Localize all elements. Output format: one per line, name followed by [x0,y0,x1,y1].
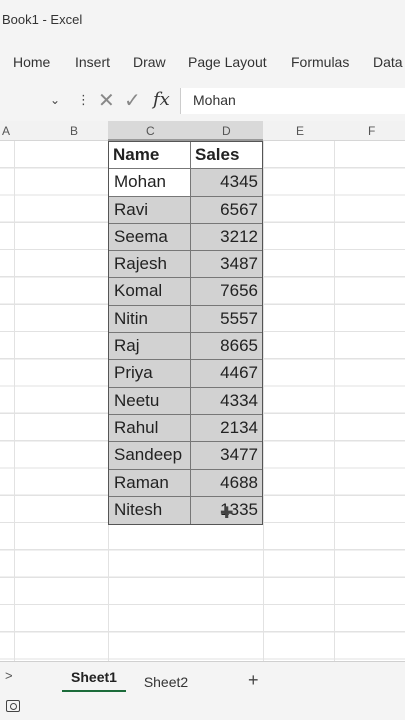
column-header-d[interactable]: D [222,124,231,138]
camera-icon[interactable] [6,700,20,712]
column-header-f[interactable]: F [368,124,375,138]
name-box-dropdown-icon[interactable]: ⌄ [50,93,60,107]
tab-data[interactable]: Data [373,54,403,70]
cell-sales[interactable]: 4345 [191,169,262,196]
cell-sales[interactable]: 3487 [191,251,262,278]
cell-sales[interactable]: 3477 [191,442,262,469]
formula-input[interactable]: Mohan [180,88,405,114]
table-header-row: Name Sales [109,142,262,170]
column-header-c[interactable]: C [146,124,155,138]
table-row: Rajesh 3487 [109,251,262,279]
cell-sales[interactable]: 7656 [191,278,262,305]
cell-sales[interactable]: 5557 [191,305,262,333]
selected-columns-highlight [108,121,263,141]
table-row: Raman 4688 [109,469,262,497]
cell-sales[interactable]: 4334 [191,387,262,414]
cell-name[interactable]: Raman [109,469,191,496]
cell-name[interactable]: Priya [109,360,191,387]
cancel-icon[interactable]: ✕ [98,88,115,113]
tab-page-layout[interactable]: Page Layout [188,54,267,70]
sheet-tab-sheet2[interactable]: Sheet2 [138,674,194,690]
table-row: Ravi 6567 [109,196,262,224]
cell-name[interactable]: Sandeep [109,442,191,469]
check-icon[interactable]: ✓ [124,88,141,113]
tab-draw[interactable]: Draw [133,54,166,70]
header-sales[interactable]: Sales [191,142,262,168]
column-header-e[interactable]: E [296,124,304,138]
header-name[interactable]: Name [109,142,191,169]
cell-sales[interactable]: 8665 [191,333,262,360]
cell-sales[interactable]: 4467 [191,360,262,387]
table-row: Nitesh 1335 [109,496,262,525]
table-row: Rahul 2134 [109,414,262,443]
cell-name[interactable]: Rahul [109,414,191,442]
cell-name[interactable]: Rajesh [109,251,191,278]
cell-name[interactable]: Neetu [109,387,191,414]
cell-name[interactable]: Mohan [109,169,191,196]
title-bar: Book1 - Excel [0,0,405,40]
window-title: Book1 - Excel [2,12,83,27]
cell-name[interactable]: Ravi [109,196,191,223]
cell-name[interactable]: Raj [109,333,191,360]
add-sheet-button[interactable]: + [248,670,259,691]
table-row: Komal 7656 [109,278,262,306]
cell-name[interactable]: Nitin [109,305,191,333]
sheet-tab-sheet1[interactable]: Sheet1 [62,666,126,692]
cell-sales[interactable]: 2134 [191,414,262,442]
data-table: Name Sales Mohan 4345 Ravi 6567 Seema 32… [108,141,263,526]
table-row: Raj 8665 [109,333,262,361]
cell-name[interactable]: Seema [109,223,191,251]
fill-handle-cursor-icon: ✚ [220,505,234,522]
table-row: Priya 4467 [109,360,262,388]
table-row: Seema 3212 [109,223,262,252]
tab-home[interactable]: Home [13,54,50,70]
more-options-icon[interactable]: ⋮ [77,92,90,108]
insert-function-button[interactable]: fx [153,89,170,110]
cell-sales[interactable]: 4688 [191,469,262,496]
tab-insert[interactable]: Insert [75,54,110,70]
formula-bar: ⌄ ⋮ ✕ ✓ fx Mohan [0,86,405,116]
cell-name[interactable]: Komal [109,278,191,305]
table-row: Sandeep 3477 [109,442,262,470]
cell-name[interactable]: Nitesh [109,496,191,525]
sheet-tab-bar: > Sheet1 Sheet2 + [0,661,405,720]
column-headers: A B C D E F [0,121,405,141]
sheet-nav-arrow-icon[interactable]: > [5,668,13,683]
tab-formulas[interactable]: Formulas [291,54,349,70]
column-header-b[interactable]: B [70,124,78,138]
ribbon-tabs: Home Insert Draw Page Layout Formulas Da… [0,48,405,78]
cell-sales[interactable]: 3212 [191,223,262,251]
table-row: Nitin 5557 [109,305,262,334]
column-header-a[interactable]: A [2,124,10,138]
table-row: Mohan 4345 [109,169,262,197]
table-row: Neetu 4334 [109,387,262,415]
cell-sales[interactable]: 6567 [191,196,262,223]
